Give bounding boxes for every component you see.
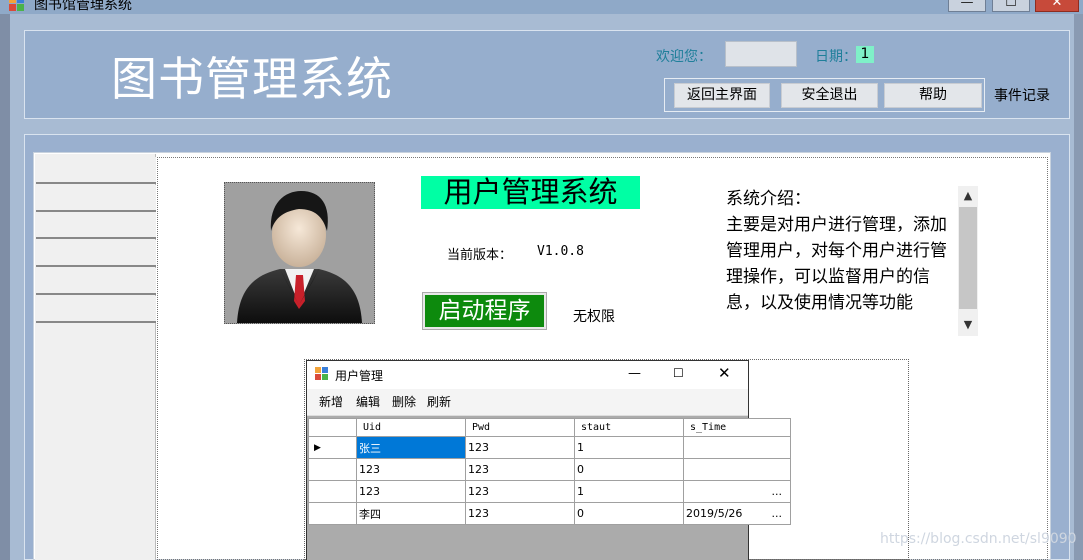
app-heading: 图书管理系统 — [111, 52, 393, 106]
safe-exit-button[interactable]: 安全退出 — [781, 83, 878, 108]
row-selector[interactable] — [308, 480, 357, 503]
event-log-link[interactable]: 事件记录 — [994, 85, 1050, 105]
child-maximize-button[interactable]: ☐ — [673, 366, 684, 380]
minimize-button[interactable]: — — [948, 0, 986, 12]
row-header-corner — [308, 418, 357, 437]
help-button[interactable]: 帮助 — [884, 83, 982, 108]
cell-staut[interactable]: 0 — [574, 502, 684, 525]
column-header[interactable]: staut — [574, 418, 684, 437]
child-close-button[interactable]: ✕ — [718, 364, 731, 382]
version-value: V1.0.8 — [537, 244, 584, 259]
nav-item[interactable] — [36, 212, 156, 239]
refresh-button[interactable]: 刷新 — [427, 393, 451, 410]
start-program-button[interactable]: 启动程序 — [425, 295, 544, 327]
cell-staut[interactable]: 1 — [574, 480, 684, 503]
cell-uid[interactable]: 张三 — [356, 436, 466, 459]
new-button[interactable]: 新增 — [319, 393, 343, 410]
welcome-label: 欢迎您： — [656, 49, 712, 65]
window-left-border — [0, 14, 10, 560]
app-icon — [8, 0, 26, 12]
cell-uid[interactable]: 123 — [356, 458, 466, 481]
username-display — [725, 41, 797, 67]
close-button[interactable]: ✕ — [1035, 0, 1079, 12]
date-value: 1 — [856, 46, 874, 63]
cell-staut[interactable]: 1 — [574, 436, 684, 459]
date-label: 日期： — [815, 49, 857, 65]
table-row[interactable]: 123 123 1 ... — [308, 480, 791, 503]
return-main-button[interactable]: 返回主界面 — [674, 83, 770, 108]
cell-pwd[interactable]: 123 — [465, 480, 575, 503]
table-row[interactable]: ▶ 张三 123 1 — [308, 436, 791, 459]
cell-uid[interactable]: 123 — [356, 480, 466, 503]
cell-time[interactable]: 2019/5/26... — [683, 502, 791, 525]
businessman-icon — [237, 191, 362, 323]
window-right-border — [1074, 14, 1083, 560]
user-data-grid: Uid Pwd staut s_Time ▶ 张三 123 1 123 123 … — [308, 418, 791, 525]
nav-item[interactable] — [36, 268, 156, 295]
permission-label: 无权限 — [573, 309, 615, 325]
edit-button[interactable]: 编辑 — [356, 393, 380, 410]
delete-button[interactable]: 删除 — [392, 393, 416, 410]
nav-item[interactable] — [36, 296, 156, 323]
row-selector-icon[interactable]: ▶ — [308, 436, 357, 459]
cell-staut[interactable]: 0 — [574, 458, 684, 481]
user-system-title: 用户管理系统 — [421, 176, 640, 209]
cell-time[interactable] — [683, 436, 791, 459]
cell-time[interactable]: ... — [683, 480, 791, 503]
cell-time-text: 2019/5/26 — [686, 507, 743, 520]
cell-uid[interactable]: 李四 — [356, 502, 466, 525]
system-intro-text: 系统介绍： 主要是对用户进行管理，添加管理用户，对每个用户进行管理操作，可以监督… — [726, 189, 947, 313]
title-bar — [0, 0, 1083, 14]
version-label: 当前版本： — [447, 248, 513, 263]
child-minimize-button[interactable]: — — [628, 366, 641, 381]
maximize-button[interactable]: ☐ — [992, 0, 1030, 12]
child-window-title: 用户管理 — [335, 369, 384, 383]
nav-item[interactable] — [36, 240, 156, 267]
row-selector[interactable] — [308, 502, 357, 525]
cell-ellipsis: ... — [771, 485, 783, 498]
scroll-up-icon[interactable]: ▲ — [958, 187, 978, 205]
watermark: https://blog.csdn.net/sl9090 — [880, 531, 1077, 547]
column-header[interactable]: Uid — [356, 418, 466, 437]
row-selector[interactable] — [308, 458, 357, 481]
column-header[interactable]: s_Time — [683, 418, 791, 437]
child-app-icon — [315, 366, 329, 380]
cell-time[interactable] — [683, 458, 791, 481]
cell-pwd[interactable]: 123 — [465, 502, 575, 525]
window-title: 图书馆管理系统 — [34, 0, 132, 13]
scroll-down-icon[interactable]: ▼ — [958, 316, 978, 334]
cell-ellipsis: ... — [771, 507, 783, 520]
cell-pwd[interactable]: 123 — [465, 458, 575, 481]
table-row[interactable]: 李四 123 0 2019/5/26... — [308, 502, 791, 525]
nav-item[interactable] — [36, 185, 156, 212]
nav-item[interactable] — [36, 157, 156, 184]
column-header[interactable]: Pwd — [465, 418, 575, 437]
table-row[interactable]: 123 123 0 — [308, 458, 791, 481]
cell-pwd[interactable]: 123 — [465, 436, 575, 459]
scroll-thumb[interactable] — [959, 207, 977, 309]
user-avatar — [224, 182, 375, 324]
